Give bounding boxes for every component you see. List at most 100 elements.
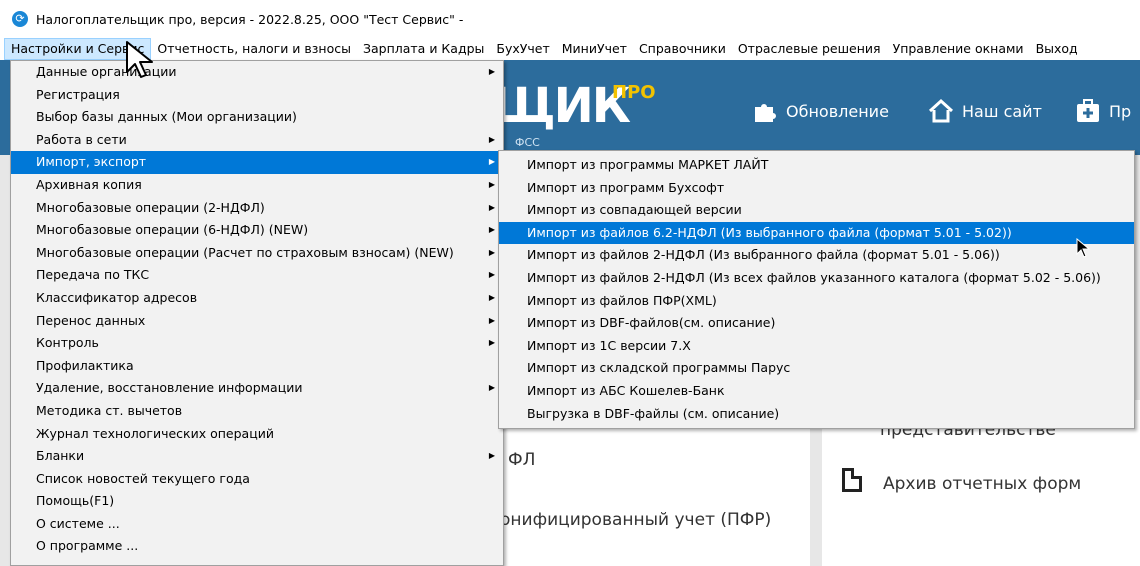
menu-item-label: О системе ...: [36, 515, 120, 531]
menu-item-about-program[interactable]: О программе ...: [11, 535, 503, 558]
chevron-right-icon: ▶: [488, 157, 495, 167]
menu-item-label: Профилактика: [36, 357, 134, 373]
submenu-item-6ndfl-file[interactable]: Импорт из файлов 6.2-НДФЛ (Из выбранного…: [499, 221, 1134, 245]
submenu-item-2ndfl-folder[interactable]: Импорт из файлов 2-НДФЛ (Из всех файлов …: [499, 267, 1134, 290]
import-export-submenu: Импорт из программы МАРКЕТ ЛАЙТ Импорт и…: [498, 150, 1135, 429]
submenu-item-dbf-export[interactable]: Выгрузка в DBF-файлы (см. описание): [499, 403, 1134, 426]
chevron-right-icon: ▶: [488, 451, 495, 461]
submenu-item-label: Импорт из файлов 2-НДФЛ (Из выбранного ф…: [527, 247, 1000, 263]
submenu-item-parus[interactable]: Импорт из складской программы Парус: [499, 357, 1134, 380]
menu-item-label: Работа в сети: [36, 131, 127, 147]
menu-item-deduction-method[interactable]: Методика ст. вычетов: [11, 400, 503, 423]
menu-bar: Настройки и Сервис Отчетность, налоги и …: [0, 38, 1140, 60]
menu-item-label: Бланки: [36, 448, 85, 464]
archive-link[interactable]: Архив отчетных форм: [883, 474, 1081, 494]
menu-item-registration[interactable]: Регистрация: [11, 84, 503, 107]
chevron-right-icon: ▶: [488, 292, 495, 302]
pfr-link[interactable]: онифицированный учет (ПФР): [500, 510, 771, 530]
menu-item-about-system[interactable]: О системе ...: [11, 513, 503, 536]
document-icon: [842, 468, 862, 492]
menu-item-import-export[interactable]: Импорт, экспорт ▶: [11, 151, 503, 174]
menu-item-network[interactable]: Работа в сети ▶: [11, 129, 503, 152]
submenu-item-market-lite[interactable]: Импорт из программы МАРКЕТ ЛАЙТ: [499, 154, 1134, 177]
chevron-right-icon: ▶: [488, 338, 495, 348]
menu-item-address-classifier[interactable]: Классификатор адресов ▶: [11, 287, 503, 310]
third-button-label: Пр: [1109, 101, 1132, 121]
app-logo-pro: ПРО: [612, 82, 656, 103]
submenu-item-label: Выгрузка в DBF-файлы (см. описание): [527, 405, 780, 421]
menu-item-operations-log[interactable]: Журнал технологических операций: [11, 423, 503, 446]
menu-item-multibase-2ndfl[interactable]: Многобазовые операции (2-НДФЛ) ▶: [11, 197, 503, 220]
menu-item-database-select[interactable]: Выбор базы данных (Мои организации): [11, 106, 503, 129]
chevron-right-icon: ▶: [488, 134, 495, 144]
menu-item-label: Помощь(F1): [36, 493, 115, 509]
app-logo: ЩИК: [492, 78, 631, 134]
submenu-item-1c[interactable]: Импорт из 1С версии 7.Х: [499, 335, 1134, 358]
menu-item-multibase-6ndfl[interactable]: Многобазовые операции (6-НДФЛ) (NEW) ▶: [11, 219, 503, 242]
menu-item-news[interactable]: Список новостей текущего года: [11, 468, 503, 491]
mouse-pointer-icon: [1076, 238, 1091, 258]
chevron-right-icon: ▶: [488, 202, 495, 212]
menu-accounting[interactable]: БухУчет: [490, 38, 555, 60]
site-button-label: Наш сайт: [962, 101, 1042, 121]
menu-item-tks[interactable]: Передача по ТКС ▶: [11, 264, 503, 287]
menu-item-control[interactable]: Контроль ▶: [11, 332, 503, 355]
chevron-right-icon: ▶: [488, 383, 495, 393]
submenu-item-label: Импорт из файлов ПФР(XML): [527, 292, 717, 308]
menu-references[interactable]: Справочники: [633, 38, 732, 60]
update-button[interactable]: Обновление: [752, 98, 889, 124]
menu-item-help[interactable]: Помощь(F1): [11, 490, 503, 513]
menu-item-label: Выбор базы данных (Мои организации): [36, 109, 297, 125]
menu-item-archive-copy[interactable]: Архивная копия ▶: [11, 174, 503, 197]
menu-payroll[interactable]: Зарплата и Кадры: [357, 38, 490, 60]
left-panel: [490, 415, 810, 566]
chevron-right-icon: ▶: [488, 247, 495, 257]
submenu-item-same-version[interactable]: Импорт из совпадающей версии: [499, 199, 1134, 222]
submenu-item-koshelev-bank[interactable]: Импорт из АБС Кошелев-Банк: [499, 380, 1134, 403]
submenu-item-label: Импорт из файлов 6.2-НДФЛ (Из выбранного…: [527, 224, 1012, 240]
submenu-item-buhsoft[interactable]: Импорт из программ Бухсофт: [499, 177, 1134, 200]
menu-windows[interactable]: Управление окнами: [887, 38, 1030, 60]
chevron-right-icon: ▶: [488, 179, 495, 189]
app-logo-sub: ФСС: [515, 136, 540, 149]
site-button[interactable]: Наш сайт: [928, 98, 1042, 124]
menu-item-org-data[interactable]: Данные организации ▶: [11, 61, 503, 84]
puzzle-icon: [755, 104, 776, 122]
fl-link[interactable]: ФЛ: [508, 450, 535, 470]
submenu-item-dbf-import[interactable]: Импорт из DBF-файлов(см. описание): [499, 312, 1134, 335]
menu-item-label: Удаление, восстановление информации: [36, 380, 303, 396]
menu-item-label: Архивная копия: [36, 176, 142, 192]
menu-item-label: Перенос данных: [36, 312, 146, 328]
menu-reporting[interactable]: Отчетность, налоги и взносы: [151, 38, 357, 60]
menu-item-maintenance[interactable]: Профилактика: [11, 355, 503, 378]
submenu-item-pfr-xml[interactable]: Импорт из файлов ПФР(XML): [499, 290, 1134, 313]
submenu-item-label: Импорт из программы МАРКЕТ ЛАЙТ: [527, 157, 769, 172]
submenu-item-label: Импорт из файлов 2-НДФЛ (Из всех файлов …: [527, 269, 1101, 285]
third-button[interactable]: Пр: [1075, 98, 1131, 124]
settings-dropdown-menu: Данные организации ▶ Регистрация Выбор ба…: [10, 60, 504, 566]
menu-item-label: Классификатор адресов: [36, 289, 198, 305]
chevron-right-icon: ▶: [488, 315, 495, 325]
menu-item-forms[interactable]: Бланки ▶: [11, 445, 503, 468]
menu-item-label: Импорт, экспорт: [36, 154, 147, 170]
menu-item-label: О программе ...: [36, 538, 139, 554]
submenu-item-label: Импорт из программ Бухсофт: [527, 179, 725, 195]
menu-item-label: Многобазовые операции (6-НДФЛ) (NEW): [36, 222, 309, 238]
menu-item-label: Многобазовые операции (2-НДФЛ): [36, 199, 265, 215]
menu-exit[interactable]: Выход: [1030, 38, 1084, 60]
menu-item-data-transfer[interactable]: Перенос данных ▶: [11, 310, 503, 333]
home-icon: [928, 98, 954, 123]
menu-mini-accounting[interactable]: МиниУчет: [556, 38, 633, 60]
submenu-item-label: Импорт из АБС Кошелев-Банк: [527, 382, 725, 398]
menu-item-label: Многобазовые операции (Расчет по страхов…: [36, 244, 454, 260]
menu-item-label: Список новостей текущего года: [36, 470, 250, 486]
submenu-item-label: Импорт из складской программы Парус: [527, 360, 791, 376]
menu-item-delete-restore[interactable]: Удаление, восстановление информации ▶: [11, 377, 503, 400]
menu-item-multibase-insurance[interactable]: Многобазовые операции (Расчет по страхов…: [11, 242, 503, 265]
submenu-item-2ndfl-file[interactable]: Импорт из файлов 2-НДФЛ (Из выбранного ф…: [499, 244, 1134, 267]
menu-industry[interactable]: Отраслевые решения: [732, 38, 887, 60]
chevron-right-icon: ▶: [488, 67, 495, 76]
title-bar: ⟳ Налогоплательщик про, версия - 2022.8.…: [0, 0, 1140, 38]
update-button-label: Обновление: [786, 101, 889, 121]
refresh-icon: ⟳: [12, 11, 28, 27]
